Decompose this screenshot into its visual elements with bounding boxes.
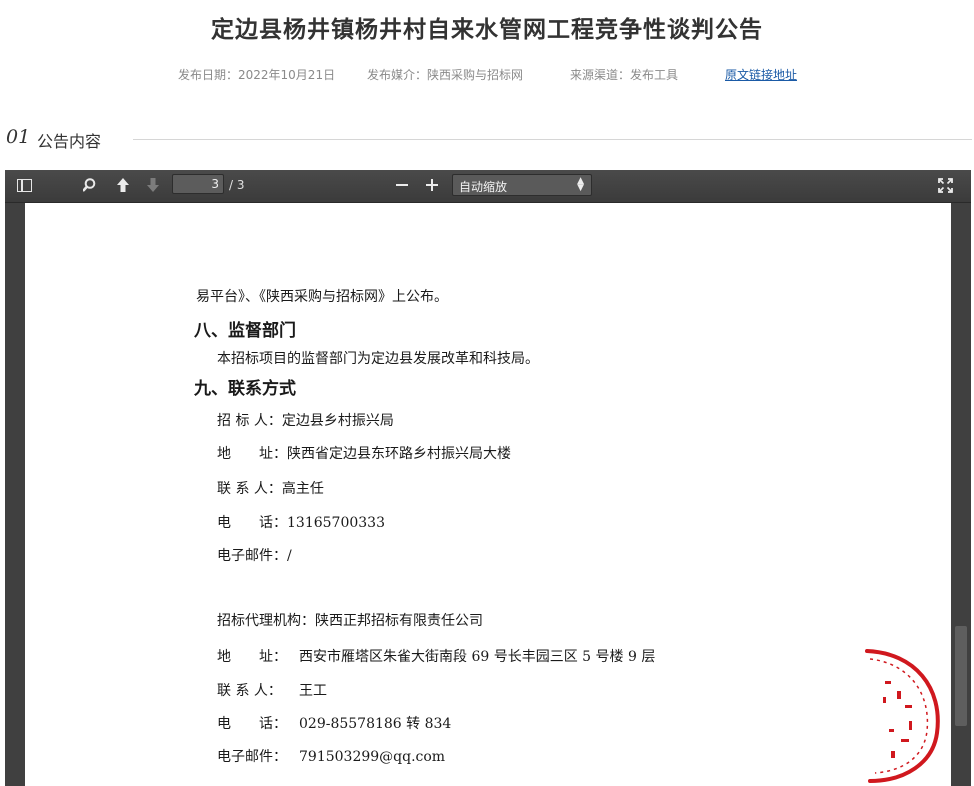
- viewer-scrollbar[interactable]: [955, 626, 967, 726]
- email-row: 电子邮件：/: [217, 545, 292, 565]
- section-label: 公告内容: [37, 132, 102, 151]
- zoom-out-icon[interactable]: [395, 178, 409, 192]
- section-divider: [133, 139, 972, 140]
- field-label: 电 话：: [217, 716, 287, 732]
- select-caret-icon: ▲ ▼: [577, 176, 584, 193]
- text-line: 易平台》、《陕西采购与招标网》上公布。: [196, 289, 448, 305]
- pdf-toolbar: / 3 自动缩放 ▲▼: [5, 170, 971, 203]
- pdf-page: 易平台》、《陕西采购与招标网》上公布。 八、监督部门 本招标项目的监督部门为定边…: [25, 203, 951, 786]
- pdf-viewer: / 3 自动缩放 ▲▼ 易平台》、《陕西采购与招标网》上公布。 八、监督部门 本…: [5, 170, 971, 786]
- next-page-icon[interactable]: [145, 177, 161, 193]
- field-label: 联 系 人：: [217, 683, 282, 699]
- zoom-select[interactable]: 自动缩放 ▲ ▼: [452, 174, 592, 196]
- supervision-text: 本招标项目的监督部门为定边县发展改革和科技局。: [217, 351, 539, 367]
- previous-page-icon[interactable]: [115, 177, 131, 193]
- heading-contact: 九、联系方式: [194, 379, 296, 399]
- phone-row: 电 话：13165700333: [217, 512, 385, 532]
- fullscreen-icon[interactable]: [938, 178, 953, 193]
- field-value: /: [287, 548, 292, 564]
- agency-row: 招标代理机构：陕西正邦招标有限责任公司: [217, 610, 483, 630]
- field-value: 029-85578186 转 834: [299, 716, 452, 732]
- field-label: 地 址：: [217, 649, 287, 665]
- field-value: 王工: [299, 683, 327, 699]
- field-value: 西安市雁塔区朱雀大街南段 69 号长丰园三区 5 号楼 9 层: [299, 649, 656, 665]
- field-value: 高主任: [281, 481, 324, 497]
- source-channel: 来源渠道：发布工具: [570, 68, 679, 82]
- field-label: 联 系 人：: [217, 481, 282, 497]
- agency-phone-row: 电 话： 029-85578186 转 834: [217, 713, 451, 733]
- field-label: 招 标 人：: [217, 413, 282, 429]
- sidebar-toggle-icon[interactable]: [17, 179, 32, 192]
- tenderer-row: 招 标 人：定边县乡村振兴局: [217, 410, 394, 430]
- zoom-in-icon[interactable]: [425, 178, 439, 192]
- page-number-input[interactable]: [172, 174, 224, 194]
- field-value: 13165700333: [287, 515, 385, 531]
- page-total: / 3: [229, 178, 245, 192]
- field-label: 电子邮件：: [217, 548, 287, 564]
- field-label: 招标代理机构：: [217, 613, 315, 629]
- field-value: 陕西正邦招标有限责任公司: [315, 613, 483, 629]
- field-value: 定边县乡村振兴局: [281, 413, 394, 429]
- heading-supervision: 八、监督部门: [194, 321, 296, 341]
- contact-row: 联 系 人：高主任: [217, 478, 324, 498]
- publish-media: 发布媒介：陕西采购与招标网: [367, 68, 524, 82]
- agency-contact-row: 联 系 人： 王工: [217, 680, 327, 700]
- search-icon[interactable]: [83, 177, 99, 193]
- field-value: 陕西省定边县东环路乡村振兴局大楼: [287, 446, 511, 462]
- publish-date: 发布日期：2022年10月21日: [178, 68, 336, 82]
- field-label: 地 址：: [217, 446, 287, 462]
- original-link[interactable]: 原文链接地址: [725, 66, 797, 83]
- page-title: 定边县杨井镇杨井村自来水管网工程竞争性谈判公告: [211, 17, 763, 43]
- agency-address-row: 地 址： 西安市雁塔区朱雀大街南段 69 号长丰园三区 5 号楼 9 层: [217, 646, 655, 666]
- section-header: 01 公告内容: [6, 126, 972, 151]
- section-number: 01: [6, 126, 31, 148]
- official-seal-stamp: [865, 649, 940, 783]
- field-label: 电 话：: [217, 515, 287, 531]
- field-value: 791503299@qq.com: [299, 749, 446, 765]
- meta-bar: 发布日期：2022年10月21日 发布媒介：陕西采购与招标网 来源渠道：发布工具…: [0, 66, 974, 82]
- zoom-select-value: 自动缩放: [459, 180, 508, 194]
- address-row: 地 址：陕西省定边县东环路乡村振兴局大楼: [217, 443, 511, 463]
- agency-email-row: 电子邮件： 791503299@qq.com: [217, 746, 445, 766]
- field-label: 电子邮件：: [217, 749, 287, 765]
